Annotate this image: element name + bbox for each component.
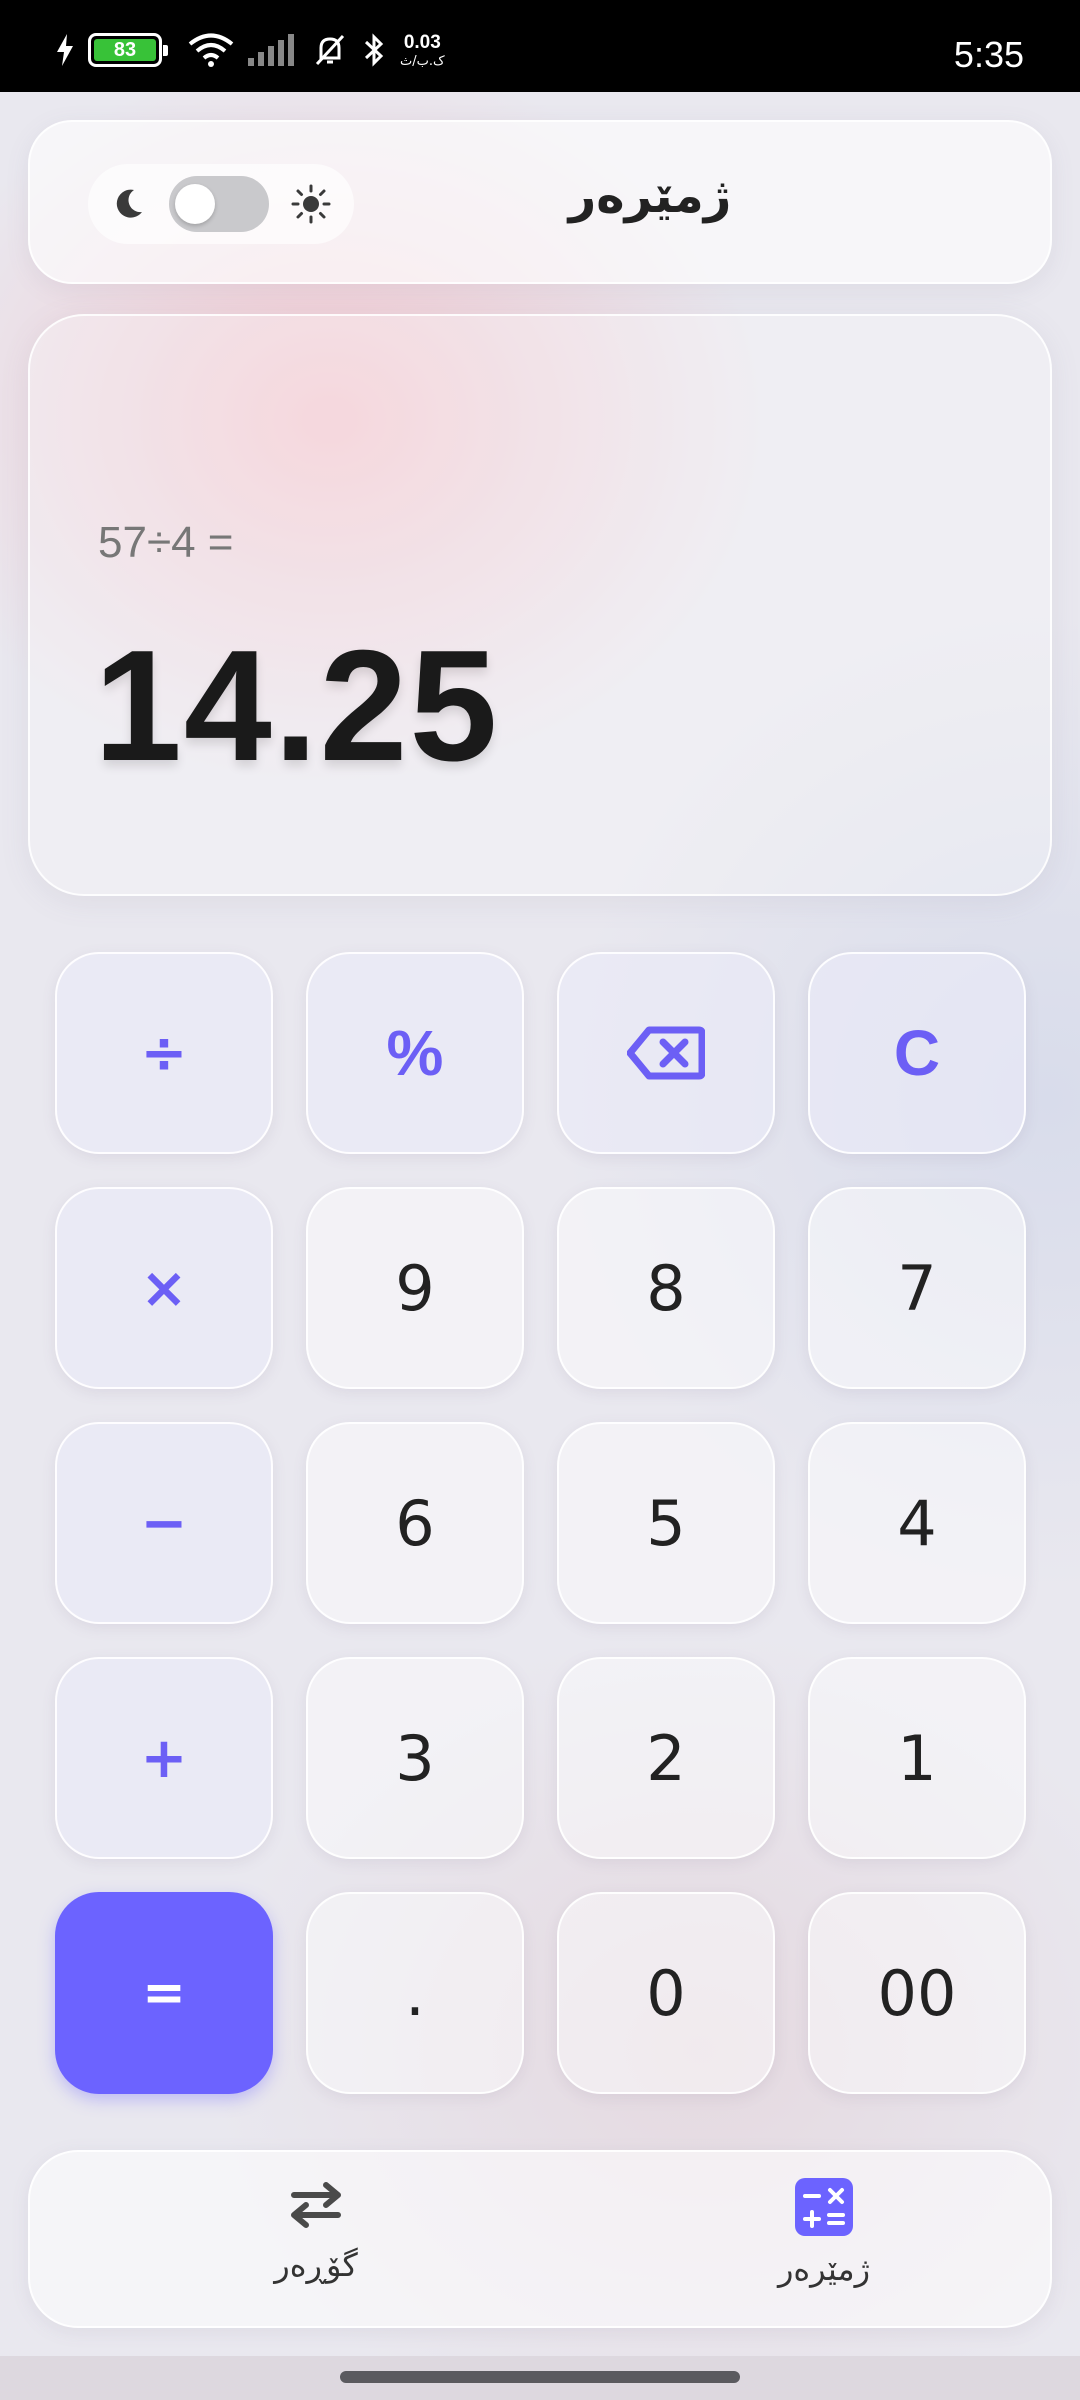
digit-2-label: 2 xyxy=(646,1721,686,1795)
digit-5-label: 5 xyxy=(646,1486,686,1560)
digit-6-button[interactable]: 6 xyxy=(306,1422,524,1624)
equals-button[interactable]: = xyxy=(55,1892,273,2094)
multiply-label: × xyxy=(140,1255,188,1321)
subtract-label: − xyxy=(140,1490,188,1556)
double-zero-button[interactable]: 00 xyxy=(808,1892,1026,2094)
digit-1-button[interactable]: 1 xyxy=(808,1657,1026,1859)
digit-8-button[interactable]: 8 xyxy=(557,1187,775,1389)
charging-icon xyxy=(57,34,73,66)
digit-4-button[interactable]: 4 xyxy=(808,1422,1026,1624)
digit-0-label: 0 xyxy=(646,1956,686,2030)
divide-button[interactable]: ÷ xyxy=(55,952,273,1154)
double-zero-label: 00 xyxy=(877,1956,957,2030)
divide-label: ÷ xyxy=(140,1020,188,1086)
digit-9-label: 9 xyxy=(395,1251,435,1325)
signal-icon xyxy=(248,34,294,66)
clear-label: C xyxy=(893,1017,941,1089)
digit-8-label: 8 xyxy=(646,1251,686,1325)
expression-text: 57÷4 = xyxy=(98,518,234,567)
page-title: ژمێرەر xyxy=(568,168,732,224)
equals-label: = xyxy=(142,1963,186,2023)
digit-6-label: 6 xyxy=(395,1486,435,1560)
app-header: ژمێرەر xyxy=(28,120,1052,284)
calculator-display: 57÷4 = 14.25 xyxy=(28,314,1052,896)
decimal-point-label: . xyxy=(405,1956,425,2030)
sun-icon xyxy=(291,184,331,224)
nav-item-calculator[interactable]: ژمێرەر xyxy=(724,2178,924,2288)
digit-1-label: 1 xyxy=(897,1721,937,1795)
backspace-button[interactable] xyxy=(557,952,775,1154)
digit-3-label: 3 xyxy=(395,1721,435,1795)
nav-item-calculator-label: ژمێرەر xyxy=(777,2250,871,2288)
muted-bell-icon xyxy=(315,34,345,66)
digit-2-button[interactable]: 2 xyxy=(557,1657,775,1859)
percent-button[interactable]: % xyxy=(306,952,524,1154)
bottom-navigation: گۆڕەر ژمێرەر xyxy=(28,2150,1052,2328)
subtract-button[interactable]: − xyxy=(55,1422,273,1624)
result-text: 14.25 xyxy=(94,618,500,794)
digit-4-label: 4 xyxy=(897,1486,937,1560)
digit-7-label: 7 xyxy=(897,1251,937,1325)
clock: 5:35 xyxy=(953,34,1024,75)
moon-icon xyxy=(116,189,142,218)
digit-9-button[interactable]: 9 xyxy=(306,1187,524,1389)
battery-icon: 83 xyxy=(88,33,168,67)
clear-button[interactable]: C xyxy=(808,952,1026,1154)
keypad: ÷ % C × 9 8 7 − 6 5 4 + 3 2 1 = . 0 00 xyxy=(55,952,1026,2094)
home-indicator[interactable] xyxy=(340,2371,740,2383)
nav-item-converter[interactable]: گۆڕەر xyxy=(216,2178,416,2284)
wifi-icon xyxy=(188,33,234,67)
toggle-knob xyxy=(175,184,215,224)
status-icons: 83 0.03 ک.ب/ث xyxy=(56,30,445,70)
digit-5-button[interactable]: 5 xyxy=(557,1422,775,1624)
bluetooth-icon xyxy=(364,33,384,67)
network-speed-value: 0.03 xyxy=(403,31,441,53)
add-label: + xyxy=(140,1725,188,1791)
network-speed-unit: ک.ب/ث xyxy=(400,53,445,69)
network-speed: 0.03 ک.ب/ث xyxy=(400,32,445,69)
theme-toggle-group xyxy=(88,164,354,244)
calculator-icon xyxy=(795,2178,853,2236)
digit-3-button[interactable]: 3 xyxy=(306,1657,524,1859)
digit-0-button[interactable]: 0 xyxy=(557,1892,775,2094)
theme-toggle-switch[interactable] xyxy=(169,176,269,232)
percent-label: % xyxy=(386,1017,444,1089)
decimal-point-button[interactable]: . xyxy=(306,1892,524,2094)
add-button[interactable]: + xyxy=(55,1657,273,1859)
battery-level: 83 xyxy=(113,38,137,61)
nav-item-converter-label: گۆڕەر xyxy=(274,2246,358,2284)
status-bar: 83 0.03 ک.ب/ث 5:35 xyxy=(0,0,1080,92)
backspace-icon xyxy=(627,1026,705,1080)
digit-7-button[interactable]: 7 xyxy=(808,1187,1026,1389)
multiply-button[interactable]: × xyxy=(55,1187,273,1389)
swap-arrows-icon xyxy=(291,2182,341,2228)
